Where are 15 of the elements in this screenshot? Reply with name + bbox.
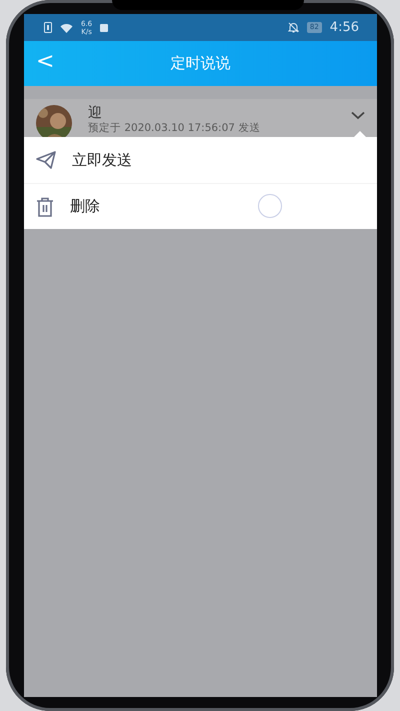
page-title: 定时说说 — [170, 53, 230, 74]
author-name: 迎 — [88, 105, 103, 122]
send-icon — [36, 151, 56, 169]
sim-icon — [44, 22, 52, 33]
trash-icon — [36, 196, 54, 216]
menu-item[interactable]: 立即发送 — [24, 137, 377, 183]
chevron-down-icon[interactable] — [351, 111, 365, 120]
clock: 4:56 — [330, 18, 359, 37]
wifi-icon — [60, 22, 73, 32]
menu-item[interactable]: 删除 — [24, 183, 377, 229]
menu-label: 立即发送 — [72, 150, 132, 171]
bell-off-icon — [288, 22, 299, 33]
notification-icon — [100, 24, 108, 32]
schedule-text: 预定于 2020.03.10 17:56:07 发送 — [88, 122, 260, 135]
menu-label: 删除 — [70, 196, 100, 218]
